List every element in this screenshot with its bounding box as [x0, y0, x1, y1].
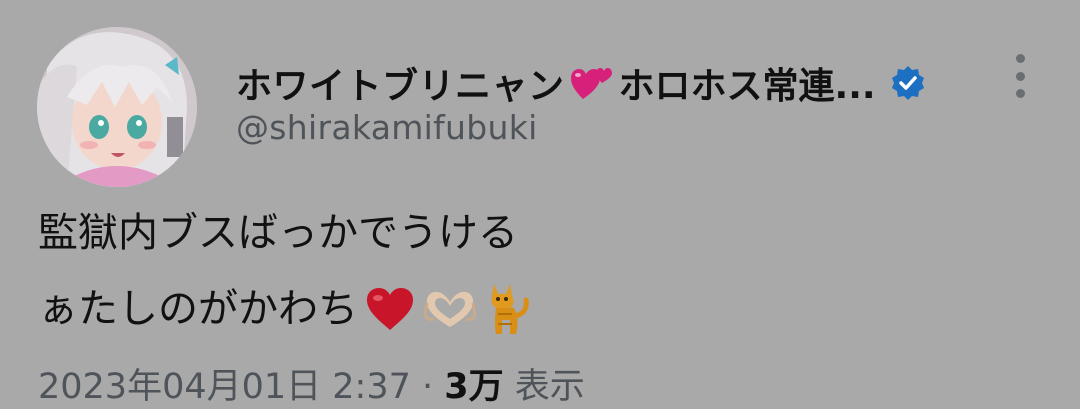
more-dot: [1015, 54, 1025, 63]
views-count[interactable]: 3万: [444, 367, 503, 407]
tweet-meta: 2023年04月01日 2:37 · 3万 表示: [38, 358, 585, 409]
views-label: 表示: [503, 367, 585, 407]
tweet-body: 監獄内ブスばっかでうける ぁたしのがかわち: [38, 195, 538, 347]
tweet-line-2-row: ぁたしのがかわち: [38, 271, 538, 347]
tweet: ホワイトブリニャン ホロホス常連... @shirakamifubuki 監獄内…: [0, 0, 1080, 407]
avatar-image: [37, 27, 197, 187]
tweet-line-1: 監獄内ブスばっかでうける: [38, 210, 518, 256]
author-handle[interactable]: @shirakamifubuki: [236, 108, 538, 147]
display-name-tail[interactable]: ホロホス常連...: [619, 57, 876, 109]
more-dot: [1015, 89, 1025, 98]
heart-hands-emoji: [423, 291, 477, 327]
meta-separator: ·: [410, 367, 445, 407]
more-vertical-icon[interactable]: [1004, 54, 1036, 98]
two-hearts-emoji: [569, 63, 615, 103]
verified-badge-icon: [890, 65, 926, 101]
cat-emoji: [491, 284, 529, 334]
author-name-row[interactable]: ホワイトブリニャン ホロホス常連...: [236, 56, 926, 110]
more-dot: [1015, 71, 1025, 81]
display-name[interactable]: ホワイトブリニャン: [236, 57, 565, 109]
timestamp[interactable]: 2023年04月01日 2:37: [38, 367, 411, 407]
tweet-line-2: ぁたしのがかわち: [38, 286, 358, 332]
avatar[interactable]: [37, 27, 197, 187]
tweet-emojis: [364, 280, 538, 338]
red-heart-emoji: [367, 288, 413, 330]
